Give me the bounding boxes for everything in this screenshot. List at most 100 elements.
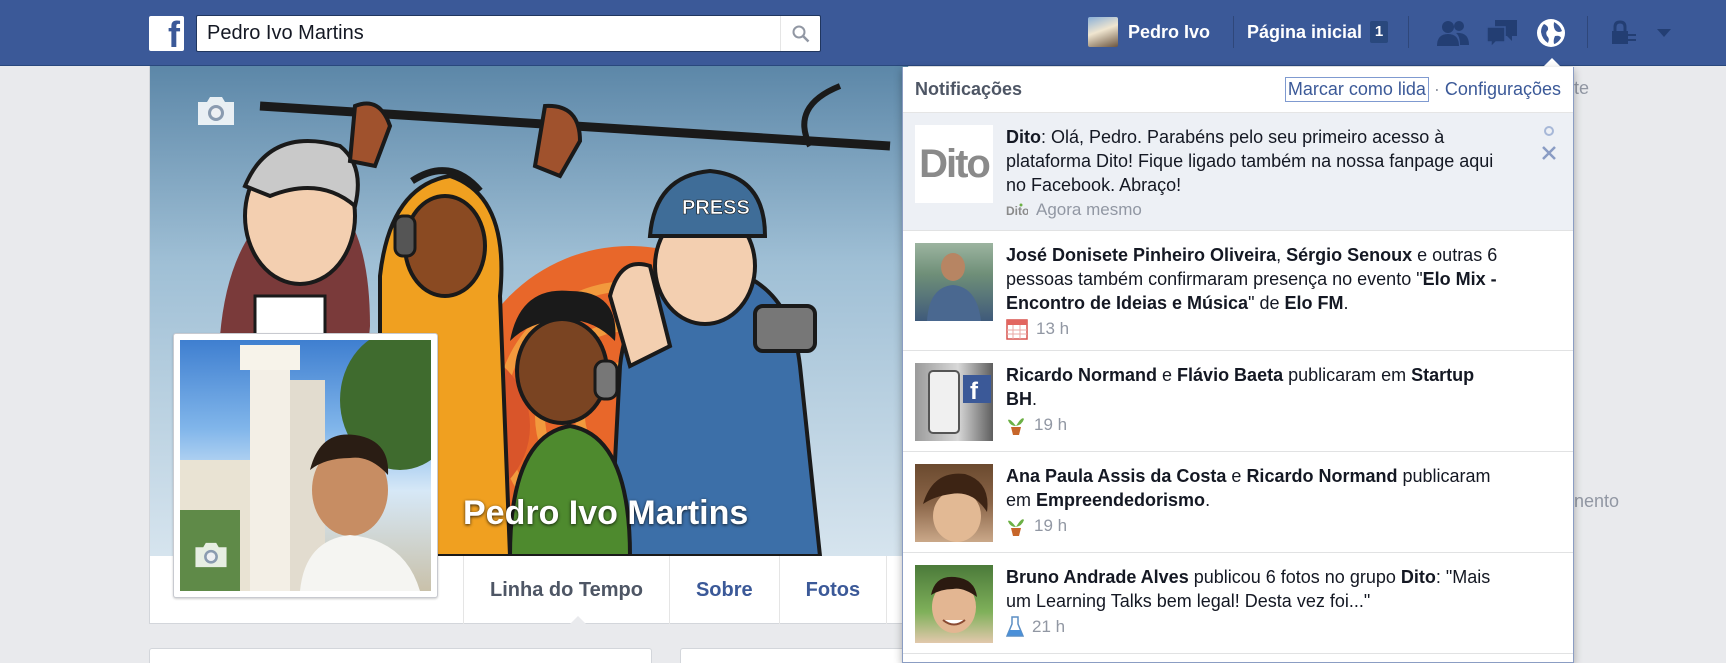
notification-body: Dito: Olá, Pedro. Parabéns pelo seu prim… (1006, 125, 1506, 220)
notification-actor: Bruno Andrade Alves (1006, 567, 1189, 587)
home-count-badge: 1 (1370, 21, 1389, 43)
notification-item[interactable]: José Donisete Pinheiro Oliveira, Sérgio … (903, 231, 1573, 351)
flyout-title: Notificações (915, 79, 1023, 99)
notification-avatar: f (915, 363, 993, 441)
separator-dot: · (1433, 79, 1440, 99)
plant-icon (1008, 519, 1024, 536)
notification-text-part: e (1157, 365, 1178, 385)
sidebar-text: nento (1574, 491, 1620, 511)
notification-text-part: e (1226, 466, 1247, 486)
notification-time: 13 h (1036, 319, 1070, 338)
flask-icon (1006, 616, 1024, 637)
notification-text-part: , (1276, 245, 1287, 265)
notification-item[interactable]: f Ricardo Normand e Flávio Baeta publica… (903, 351, 1573, 452)
search-box (196, 15, 821, 52)
nav-profile-link[interactable]: Pedro Ivo (1088, 16, 1210, 48)
search-button[interactable] (780, 16, 820, 51)
camera-icon (198, 97, 234, 125)
profile-photo (180, 340, 431, 591)
left-column-card (149, 648, 652, 663)
notification-text-part: publicaram em (1283, 365, 1412, 385)
messages-icon (1486, 20, 1517, 48)
chevron-down-icon (1657, 29, 1671, 37)
nav-profile-name: Pedro Ivo (1128, 21, 1211, 42)
profile-name: Pedro Ivo Martins (463, 494, 749, 532)
notification-body: José Donisete Pinheiro Oliveira, Sérgio … (1006, 243, 1506, 340)
notifications-button[interactable] (1531, 14, 1571, 67)
friend-requests-button[interactable] (1433, 14, 1473, 52)
tab-timeline[interactable]: Linha do Tempo (463, 556, 670, 625)
notification-text: Ana Paula Assis da Costa e Ricardo Norma… (1006, 464, 1506, 512)
notifications-flyout: Notificações Marcar como lida · Configur… (902, 67, 1574, 663)
notification-item[interactable]: Ana Paula Assis da Costa e Ricardo Norma… (903, 452, 1573, 553)
svg-text:PRESS: PRESS (682, 197, 750, 219)
notification-meta: 21 h (1006, 616, 1506, 638)
flyout-actions: Marcar como lida · Configurações (1284, 77, 1561, 102)
nav-divider (1587, 16, 1588, 48)
person-photo (931, 576, 977, 633)
mark-read-dot-icon[interactable] (1543, 125, 1555, 137)
facebook-logo[interactable]: f (149, 16, 184, 53)
dito-logo-text: Dito (919, 141, 991, 186)
notification-body: Bruno Andrade Alves publicou 6 fotos no … (1006, 565, 1506, 643)
dito-logo: Dito (915, 125, 993, 203)
update-profile-picture-button[interactable] (192, 540, 230, 575)
globe-icon (1537, 19, 1565, 47)
notification-page: Elo FM (1284, 293, 1344, 313)
notification-meta: 13 h (1006, 318, 1506, 340)
profile-picture[interactable] (173, 333, 438, 598)
notification-avatar (915, 565, 993, 643)
notification-item[interactable]: Bruno Andrade Alves publicou 6 fotos no … (903, 553, 1573, 654)
profile-tabs: Linha do Tempo Sobre Fotos (463, 556, 888, 625)
search-icon (792, 25, 809, 42)
tab-photos[interactable]: Fotos (780, 556, 888, 624)
notification-text-part: " de (1248, 293, 1285, 313)
notification-actor: Dito (1006, 127, 1041, 147)
nav-divider (1233, 16, 1234, 48)
notification-body: Ricardo Normand e Flávio Baeta publicara… (1006, 363, 1506, 441)
notification-text-part: . (1205, 490, 1211, 510)
notification-time: 21 h (1032, 617, 1066, 636)
notification-time: 19 h (1034, 516, 1068, 535)
nav-home-link[interactable]: Página inicial 1 (1247, 16, 1389, 48)
flyout-header: Notificações Marcar como lida · Configur… (903, 67, 1573, 113)
right-column-card (680, 648, 910, 663)
avatar (1088, 17, 1118, 47)
group-photo: f (928, 370, 991, 434)
svg-text:Dito: Dito (1006, 204, 1028, 218)
person-photo (923, 473, 988, 542)
notification-meta: 19 h (1006, 414, 1506, 436)
top-navigation-bar: f Pedro Ivo Página inicial 1 (0, 0, 1726, 67)
mark-all-read-link[interactable]: Marcar como lida (1284, 77, 1429, 102)
notification-text: Dito: Olá, Pedro. Parabéns pelo seu prim… (1006, 125, 1506, 197)
notification-text: José Donisete Pinheiro Oliveira, Sérgio … (1006, 243, 1506, 315)
notification-controls (1541, 125, 1557, 161)
update-cover-button[interactable] (194, 94, 238, 133)
account-menu-button[interactable] (1644, 14, 1684, 52)
calendar-icon (1006, 319, 1028, 340)
notification-message: : Olá, Pedro. Parabéns pelo seu primeiro… (1006, 127, 1494, 195)
notification-text-part: . (1343, 293, 1349, 313)
plant-icon (1008, 418, 1024, 435)
notification-actor: Ricardo Normand (1006, 365, 1158, 385)
notification-time: 19 h (1034, 415, 1068, 434)
notification-group: Dito (1400, 567, 1436, 587)
tab-about[interactable]: Sobre (670, 556, 780, 624)
nav-home-label: Página inicial (1247, 21, 1363, 42)
notification-actor: Flávio Baeta (1177, 365, 1284, 385)
notification-meta: 19 h (1006, 515, 1506, 537)
camera-icon (195, 542, 227, 568)
notification-text: Ricardo Normand e Flávio Baeta publicara… (1006, 363, 1506, 411)
notification-actor: Ana Paula Assis da Costa (1006, 466, 1227, 486)
notification-group: Empreendedorismo (1036, 490, 1206, 510)
privacy-shortcuts-button[interactable] (1604, 14, 1644, 52)
notification-settings-link[interactable]: Configurações (1445, 79, 1561, 100)
messages-button[interactable] (1482, 14, 1522, 52)
notification-body: Ana Paula Assis da Costa e Ricardo Norma… (1006, 464, 1506, 542)
person-photo (927, 253, 981, 321)
close-icon[interactable] (1541, 145, 1557, 161)
search-input[interactable] (207, 16, 777, 51)
notification-item[interactable]: Dito Dito: Olá, Pedro. Parabéns pelo seu… (903, 113, 1573, 231)
notification-avatar (915, 243, 993, 321)
notification-text-part: publicou 6 fotos no grupo (1188, 567, 1401, 587)
